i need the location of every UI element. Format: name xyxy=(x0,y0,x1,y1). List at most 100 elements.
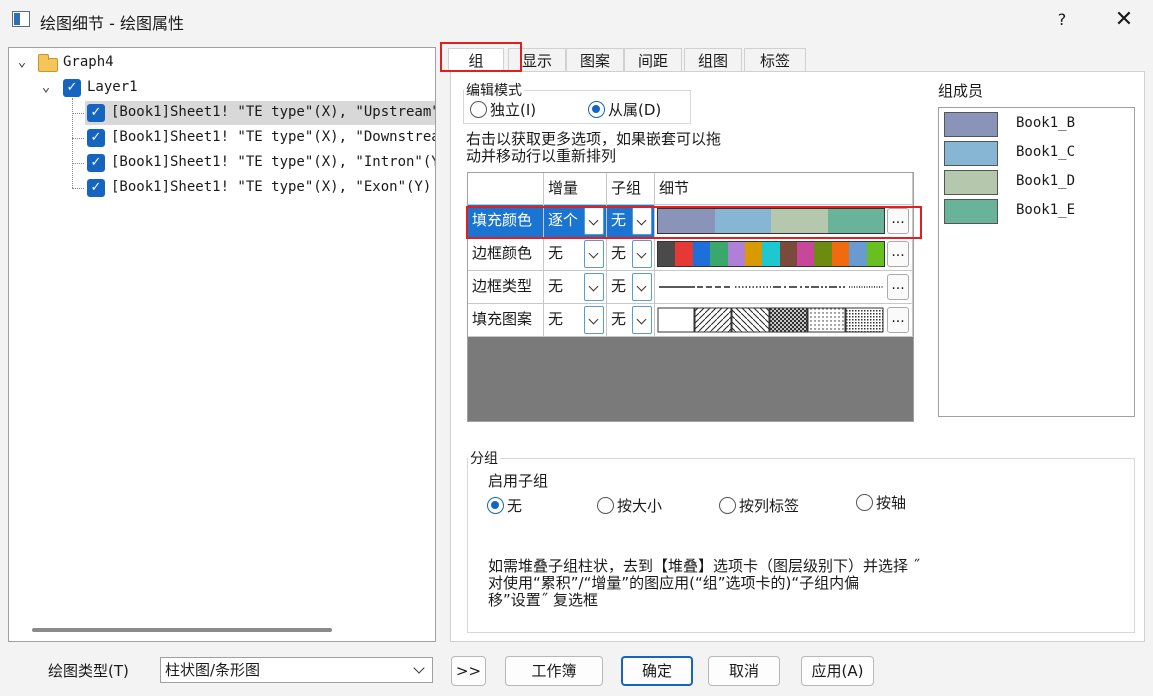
radio-subgroup-by-column-label[interactable]: 按列标签 xyxy=(719,495,799,516)
fill-pattern-more-button[interactable]: ... xyxy=(887,307,909,333)
member-name: Book1_C xyxy=(1016,144,1076,160)
plot-checkbox[interactable]: ✓ xyxy=(87,179,105,197)
color-swatch xyxy=(814,242,832,266)
color-swatch xyxy=(727,242,745,266)
tab-labels[interactable]: 标签 xyxy=(744,48,806,72)
member-color-swatch xyxy=(944,141,998,166)
border-color-more-button[interactable]: ... xyxy=(887,241,909,267)
workbook-button[interactable]: 工作簿 xyxy=(505,656,603,686)
border-color-detail[interactable] xyxy=(655,238,913,271)
grid-header-subgroup: 子组 xyxy=(607,173,655,205)
stack-note-line-3: 移”设置˝ 复选框 xyxy=(488,591,599,609)
radio-independent[interactable]: 独立(I) xyxy=(470,99,536,120)
hint-line-2: 动并移动行以重新排列 xyxy=(466,147,617,165)
radio-on-icon xyxy=(487,497,504,514)
radio-off-icon xyxy=(597,497,614,514)
color-swatch xyxy=(710,242,728,266)
tree-plot-item[interactable]: [Book1]Sheet1! "TE type"(X), "Intron"(Y) xyxy=(111,151,435,173)
close-button[interactable]: ✕ xyxy=(1110,6,1138,34)
apply-button[interactable]: 应用(A) xyxy=(801,656,874,686)
grid-header-corner xyxy=(468,173,544,205)
grid-row-fill-pattern[interactable]: 填充图案 xyxy=(468,304,544,337)
chevron-down-icon[interactable]: ⌄ xyxy=(39,76,53,98)
member-item[interactable]: Book1_C xyxy=(944,141,1129,166)
tree-connector xyxy=(72,138,84,139)
members-list[interactable]: Book1_B Book1_C Book1_D Book1_E xyxy=(938,107,1135,417)
stack-note-line-1: 如需堆叠子组柱状，去到【堆叠】选项卡（图层级别下）并选择 ˝ xyxy=(488,557,921,575)
enable-subgroup-label: 启用子组 xyxy=(488,472,549,490)
folder-icon xyxy=(38,54,58,72)
tree-connector xyxy=(72,98,73,188)
tree-connector xyxy=(72,188,84,189)
tree-node-layer[interactable]: ⌄ xyxy=(39,76,53,98)
border-type-detail[interactable] xyxy=(655,271,913,304)
color-swatch xyxy=(762,242,780,266)
chevron-down-icon[interactable] xyxy=(584,240,604,268)
tree-plot-item[interactable]: [Book1]Sheet1! "TE type"(X), "Downstream xyxy=(111,126,435,148)
pattern-preview xyxy=(657,307,884,333)
color-swatch xyxy=(744,242,763,266)
radio-off-icon xyxy=(856,494,873,511)
tree-horizontal-scrollbar[interactable] xyxy=(32,628,332,632)
chevron-down-icon[interactable] xyxy=(632,306,652,334)
member-item[interactable]: Book1_B xyxy=(944,112,1129,137)
tree-connector xyxy=(72,163,84,164)
chevron-down-icon[interactable] xyxy=(584,273,604,301)
plot-type-label: 绘图类型(T) xyxy=(48,662,129,680)
border-type-more-button[interactable]: ... xyxy=(887,274,909,300)
color-swatch xyxy=(866,242,884,266)
member-color-swatch xyxy=(944,170,998,195)
color-swatch xyxy=(831,242,850,266)
radio-on-icon xyxy=(588,101,605,118)
grouping-legend: 分组 xyxy=(470,451,498,467)
fill-pattern-detail[interactable] xyxy=(655,304,913,337)
ok-button[interactable]: 确定 xyxy=(621,656,693,686)
tree-node-graph[interactable]: ⌄ xyxy=(15,51,29,73)
app-icon xyxy=(12,11,30,27)
tree-connector xyxy=(72,113,84,114)
grid-row-border-type[interactable]: 边框类型 xyxy=(468,271,544,304)
chevron-down-icon[interactable] xyxy=(632,240,652,268)
cancel-button[interactable]: 取消 xyxy=(708,656,780,686)
member-item[interactable]: Book1_D xyxy=(944,170,1129,195)
member-name: Book1_E xyxy=(1016,202,1076,218)
radio-subgroup-none[interactable]: 无 xyxy=(487,495,522,516)
row-annotation-box xyxy=(466,206,922,239)
plot-checkbox[interactable]: ✓ xyxy=(87,154,105,172)
chevron-down-icon[interactable] xyxy=(632,273,652,301)
member-item[interactable]: Book1_E xyxy=(944,199,1129,224)
grid-header-detail: 细节 xyxy=(655,173,913,205)
graph-label: Graph4 xyxy=(63,54,114,70)
chevron-down-icon[interactable]: ⌄ xyxy=(15,51,29,73)
color-swatch xyxy=(675,242,693,266)
members-label: 组成员 xyxy=(938,82,984,100)
chevron-down-icon[interactable] xyxy=(584,306,604,334)
border-color-swatch-strip xyxy=(657,241,885,267)
radio-dependent[interactable]: 从属(D) xyxy=(588,99,661,120)
grid-row-border-color[interactable]: 边框颜色 xyxy=(468,238,544,271)
tab-spacing[interactable]: 间距 xyxy=(624,48,682,72)
line-style-preview xyxy=(659,286,883,288)
color-swatch xyxy=(797,242,815,266)
radio-subgroup-by-size[interactable]: 按大小 xyxy=(597,495,662,516)
color-swatch xyxy=(692,242,711,266)
help-button[interactable]: ? xyxy=(1050,8,1074,32)
plot-checkbox[interactable]: ✓ xyxy=(87,129,105,147)
edit-mode-legend: 编辑模式 xyxy=(466,83,522,99)
tree-plot-item[interactable]: [Book1]Sheet1! "TE type"(X), "Exon"(Y) [ xyxy=(111,176,435,198)
expand-button[interactable]: >> xyxy=(451,656,486,686)
tab-pattern[interactable]: 图案 xyxy=(566,48,624,72)
layer-checkbox[interactable]: ✓ xyxy=(63,79,81,97)
tab-group-plot[interactable]: 组图 xyxy=(684,48,742,72)
radio-off-icon xyxy=(470,101,487,118)
tree-plot-item[interactable]: [Book1]Sheet1! "TE type"(X), "Upstream"( xyxy=(111,101,435,123)
layer-label: Layer1 xyxy=(87,79,138,95)
plot-type-select[interactable]: 柱状图/条形图 xyxy=(160,657,433,683)
plot-checkbox[interactable]: ✓ xyxy=(87,104,105,122)
member-color-swatch xyxy=(944,112,998,137)
radio-subgroup-by-axis[interactable]: 按轴 xyxy=(856,492,906,513)
color-swatch xyxy=(849,242,867,266)
member-color-swatch xyxy=(944,199,998,224)
hint-line-1: 右击以获取更多选项，如果嵌套可以拖 xyxy=(466,130,722,148)
plot-tree[interactable]: ⌄ Graph4 ⌄ ✓ Layer1 ✓ [Book1]Sheet1! "TE… xyxy=(8,47,436,642)
